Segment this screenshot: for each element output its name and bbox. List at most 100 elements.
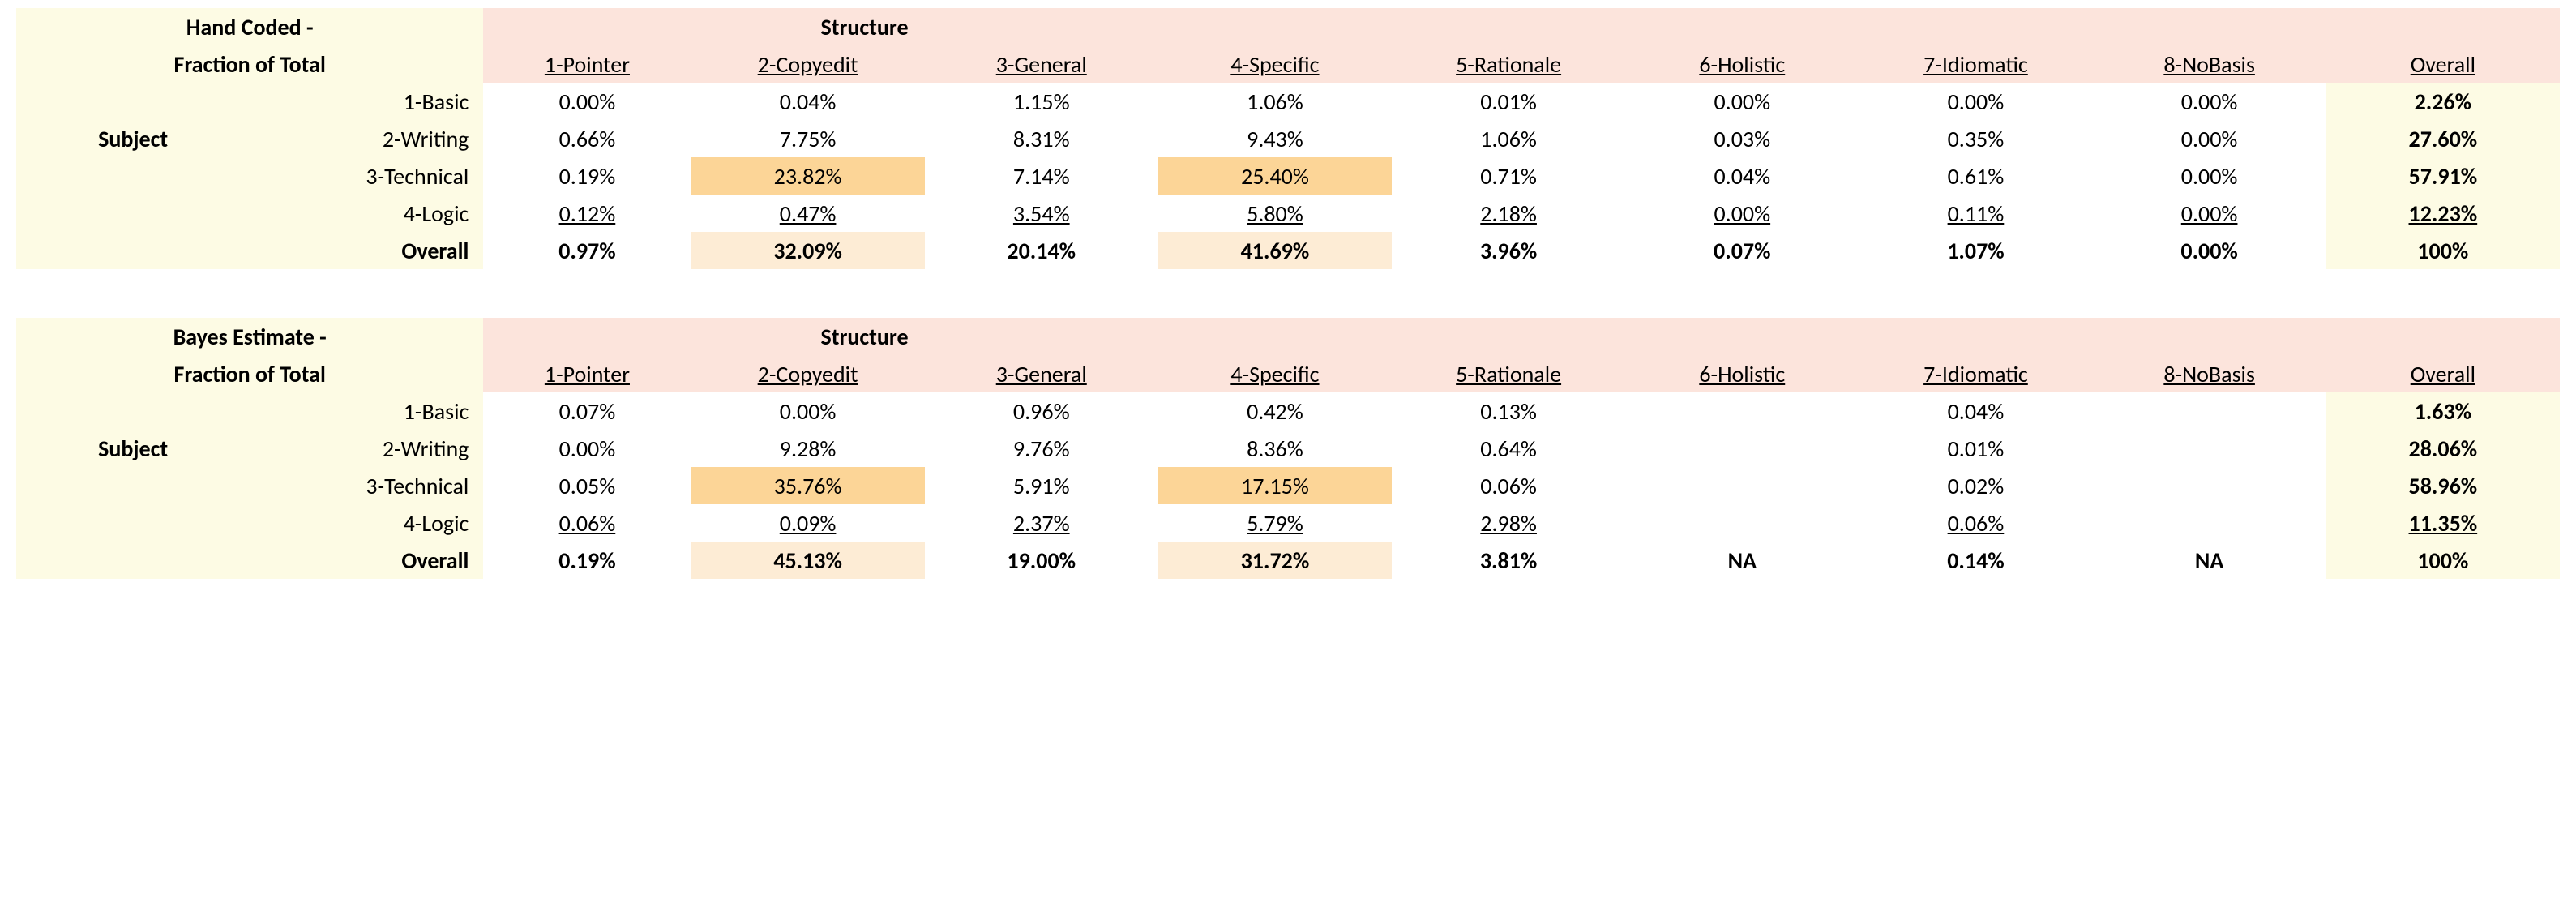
column-header: 5-Rationale	[1392, 45, 1625, 83]
data-cell: 9.76%	[925, 430, 1158, 467]
column-header: 5-Rationale	[1392, 355, 1625, 392]
data-cell: NA	[1625, 542, 1859, 579]
column-header: Overall	[2326, 355, 2560, 392]
data-cell: 0.71%	[1392, 157, 1625, 195]
data-cell: 0.11%	[1859, 195, 2092, 232]
data-cell	[1625, 430, 1859, 467]
column-header: 7-Idiomatic	[1859, 45, 2092, 83]
column-header: 4-Specific	[1158, 355, 1392, 392]
column-header: 4-Specific	[1158, 45, 1392, 83]
data-cell: 0.19%	[483, 157, 691, 195]
data-cell: 0.00%	[2093, 120, 2326, 157]
column-header: 8-NoBasis	[2093, 45, 2326, 83]
data-cell: 0.05%	[483, 467, 691, 504]
data-cell: 0.12%	[483, 195, 691, 232]
row-label: 1-Basic	[250, 83, 483, 120]
data-cell: 1.15%	[925, 83, 1158, 120]
column-header: 1-Pointer	[483, 45, 691, 83]
data-cell: 7.14%	[925, 157, 1158, 195]
row-label: 4-Logic	[250, 195, 483, 232]
row-total-cell: 11.35%	[2326, 504, 2560, 542]
column-header: 2-Copyedit	[691, 355, 925, 392]
data-cell: 0.00%	[2093, 232, 2326, 269]
stub-blank	[16, 157, 250, 195]
data-cell: 0.07%	[1625, 232, 1859, 269]
data-cell: 9.28%	[691, 430, 925, 467]
data-cell: 0.04%	[1625, 157, 1859, 195]
structure-heading: Structure	[691, 8, 2326, 45]
data-cell: 0.09%	[691, 504, 925, 542]
data-cell: 0.03%	[1625, 120, 1859, 157]
data-cell: 2.18%	[1392, 195, 1625, 232]
row-total-cell: 100%	[2326, 232, 2560, 269]
row-total-cell: 100%	[2326, 542, 2560, 579]
column-header: 8-NoBasis	[2093, 355, 2326, 392]
data-cell: 19.00%	[925, 542, 1158, 579]
stub-blank	[16, 467, 250, 504]
data-cell: 3.54%	[925, 195, 1158, 232]
data-cell: 3.96%	[1392, 232, 1625, 269]
table-title: Hand Coded -	[16, 8, 483, 45]
data-cell	[1625, 504, 1859, 542]
stub-blank	[16, 232, 250, 269]
data-cell: 0.00%	[2093, 195, 2326, 232]
header-blank	[483, 8, 691, 45]
data-cell: 17.15%	[1158, 467, 1392, 504]
data-cell: 0.47%	[691, 195, 925, 232]
data-cell: 0.04%	[1859, 392, 2092, 430]
data-cell: 0.06%	[1859, 504, 2092, 542]
data-cell: 0.06%	[483, 504, 691, 542]
data-cell: 0.01%	[1859, 430, 2092, 467]
row-total-cell: 2.26%	[2326, 83, 2560, 120]
structure-heading: Structure	[691, 318, 2326, 355]
data-cell: 0.14%	[1859, 542, 2092, 579]
data-cell: 0.00%	[1625, 83, 1859, 120]
data-cell: 1.07%	[1859, 232, 2092, 269]
data-cell: 5.80%	[1158, 195, 1392, 232]
data-cell: 0.00%	[1859, 83, 2092, 120]
column-header: 6-Holistic	[1625, 355, 1859, 392]
data-cell: 7.75%	[691, 120, 925, 157]
row-total-cell: 1.63%	[2326, 392, 2560, 430]
data-cell: 0.00%	[483, 83, 691, 120]
header-blank	[2326, 318, 2560, 355]
row-label: 2-Writing	[250, 430, 483, 467]
row-label: 4-Logic	[250, 504, 483, 542]
data-cell: 0.66%	[483, 120, 691, 157]
data-cell: 0.96%	[925, 392, 1158, 430]
data-cell: 2.98%	[1392, 504, 1625, 542]
stub-blank	[16, 504, 250, 542]
data-cell: 0.00%	[1625, 195, 1859, 232]
row-label: Overall	[250, 232, 483, 269]
data-cell	[2093, 392, 2326, 430]
data-cell: 0.04%	[691, 83, 925, 120]
data-cell: 32.09%	[691, 232, 925, 269]
data-cell: 0.97%	[483, 232, 691, 269]
data-cell: 9.43%	[1158, 120, 1392, 157]
column-header: 6-Holistic	[1625, 45, 1859, 83]
data-cell: 2.37%	[925, 504, 1158, 542]
data-cell: 45.13%	[691, 542, 925, 579]
table-title: Bayes Estimate -	[16, 318, 483, 355]
stub-blank	[16, 83, 250, 120]
data-cell: 0.00%	[691, 392, 925, 430]
data-cell: 1.06%	[1158, 83, 1392, 120]
data-cell: 0.61%	[1859, 157, 2092, 195]
data-cell: 25.40%	[1158, 157, 1392, 195]
data-cell	[2093, 430, 2326, 467]
data-cell: 20.14%	[925, 232, 1158, 269]
data-cell	[1625, 467, 1859, 504]
data-cell: 0.02%	[1859, 467, 2092, 504]
column-header: 3-General	[925, 355, 1158, 392]
data-cell: 0.07%	[483, 392, 691, 430]
data-cell: 0.00%	[483, 430, 691, 467]
table-subtitle: Fraction of Total	[16, 355, 483, 392]
data-cell: 0.01%	[1392, 83, 1625, 120]
data-cell: 0.13%	[1392, 392, 1625, 430]
row-total-cell: 58.96%	[2326, 467, 2560, 504]
row-total-cell: 28.06%	[2326, 430, 2560, 467]
data-cell: 5.91%	[925, 467, 1158, 504]
crosstab-table: Bayes Estimate - Structure Fraction of Tot…	[16, 318, 2560, 579]
row-label: 3-Technical	[250, 467, 483, 504]
data-cell: 0.64%	[1392, 430, 1625, 467]
